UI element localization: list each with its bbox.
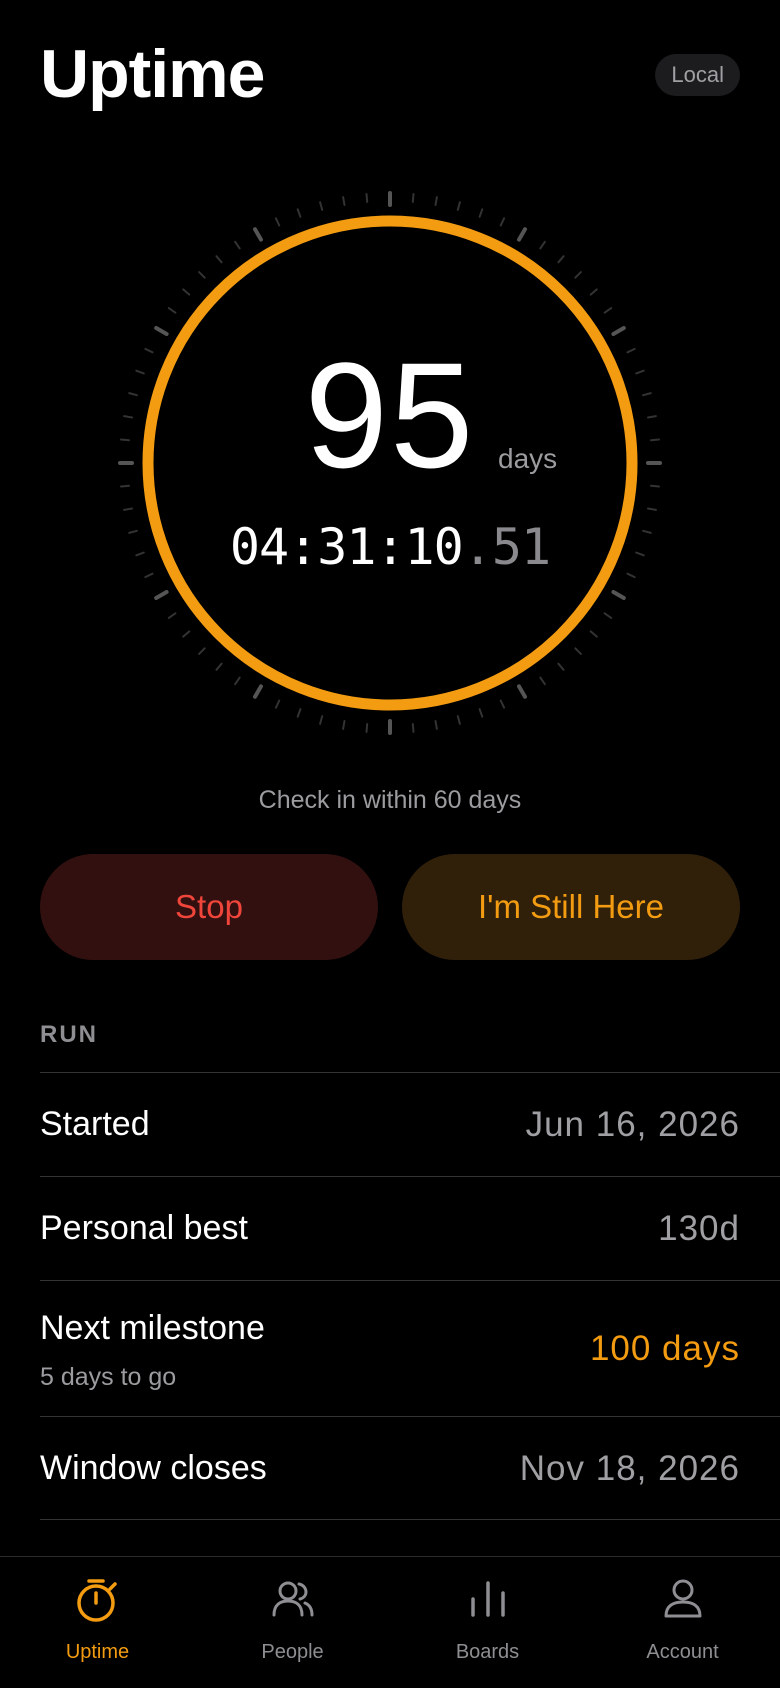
dial-tick (198, 271, 206, 279)
dial-tick (365, 193, 369, 203)
row-label: Started (40, 1105, 150, 1143)
dial-tick (182, 630, 191, 638)
dial-tick (144, 572, 154, 579)
dial-tick (434, 720, 438, 730)
dial-tick (456, 201, 461, 211)
stop-button[interactable]: Stop (40, 854, 378, 960)
dial-tick (123, 507, 133, 511)
dial-tick (274, 699, 281, 709)
tab-uptime[interactable]: Uptime (0, 1557, 195, 1688)
dial-tick (589, 630, 598, 638)
dial-tick (182, 288, 191, 296)
dial-tick (365, 723, 369, 733)
tab-account[interactable]: Account (585, 1557, 780, 1688)
clock-main: 04:31:10 (229, 518, 464, 576)
dial-tick (456, 715, 461, 725)
dial-tick (611, 326, 626, 336)
run-row-started: Started Jun 16, 2026 (40, 1072, 780, 1176)
dial-tick (296, 708, 302, 718)
run-row-window-closes: Window closes Nov 18, 2026 (40, 1416, 780, 1520)
elapsed-clock: 04:31:10.51 (0, 522, 780, 572)
dial-tick (539, 240, 546, 250)
dial-tick (154, 326, 169, 336)
checkin-notice: Check in within 60 days (258, 786, 522, 814)
dial-tick (478, 708, 484, 718)
dial-tick (603, 612, 613, 619)
dial-tick (215, 662, 223, 671)
row-label: Personal best (40, 1209, 248, 1247)
tab-label: Account (646, 1641, 719, 1663)
row-value: Jun 16, 2026 (525, 1105, 740, 1144)
row-label: Next milestone (40, 1309, 265, 1347)
still-here-button[interactable]: I'm Still Here (402, 854, 740, 960)
tab-boards[interactable]: Boards (390, 1557, 585, 1688)
dial-tick (253, 684, 263, 699)
dial-tick (517, 684, 527, 699)
dial-tick (274, 217, 281, 227)
dial-tick (499, 217, 506, 227)
dial-tick (647, 507, 657, 511)
dial-tick (611, 590, 626, 600)
dial-tick (253, 227, 263, 242)
dial-tick (319, 715, 324, 725)
run-section-title: RUN (40, 1021, 98, 1048)
dial-tick (539, 676, 546, 686)
tab-label: People (261, 1641, 324, 1663)
dial-tick (342, 196, 346, 206)
row-value: 100 days (589, 1329, 740, 1368)
dial-tick (167, 307, 177, 314)
dial-tick (198, 647, 206, 655)
dial-tick (296, 208, 302, 218)
dial-tick (411, 723, 415, 733)
dial-tick (167, 612, 177, 619)
dial-tick (154, 590, 169, 600)
row-value: 130d (658, 1209, 740, 1248)
dial-tick (574, 647, 582, 655)
tab-bar: Uptime People Boards Account (0, 1556, 780, 1688)
tab-people[interactable]: People (195, 1557, 390, 1688)
dial-tick (603, 307, 613, 314)
dial-tick (589, 288, 598, 296)
dial-tick (499, 699, 506, 709)
dial-tick (517, 227, 527, 242)
clock-fraction: .51 (462, 518, 551, 576)
stopwatch-icon (77, 1579, 117, 1622)
page-title: Uptime (40, 36, 265, 112)
dial-tick (557, 255, 565, 264)
storage-badge[interactable]: Local (655, 54, 740, 96)
tab-label: Uptime (65, 1641, 130, 1663)
dial-tick (342, 720, 346, 730)
tab-label: Boards (455, 1641, 520, 1663)
dial-tick (626, 572, 636, 579)
person-icon (664, 1579, 702, 1618)
dial-tick (234, 676, 241, 686)
dial-tick (234, 240, 241, 250)
run-row-personal-best: Personal best 130d (40, 1176, 780, 1280)
days-unit-label: days (498, 443, 558, 474)
dial-tick (478, 208, 484, 218)
dial-tick (557, 662, 565, 671)
row-sublabel: 5 days to go (40, 1363, 177, 1391)
dial-tick (215, 255, 223, 264)
row-label: Window closes (40, 1449, 267, 1487)
people-icon (272, 1581, 314, 1617)
row-value: Nov 18, 2026 (519, 1449, 740, 1488)
run-row-next-milestone: Next milestone 5 days to go 100 days (40, 1280, 780, 1416)
dial-tick (411, 193, 415, 203)
bar-chart-icon (471, 1581, 505, 1617)
dial-tick (319, 201, 324, 211)
days-counter: 95 (304, 331, 476, 499)
dial-tick (574, 271, 582, 279)
dial-tick (434, 196, 438, 206)
